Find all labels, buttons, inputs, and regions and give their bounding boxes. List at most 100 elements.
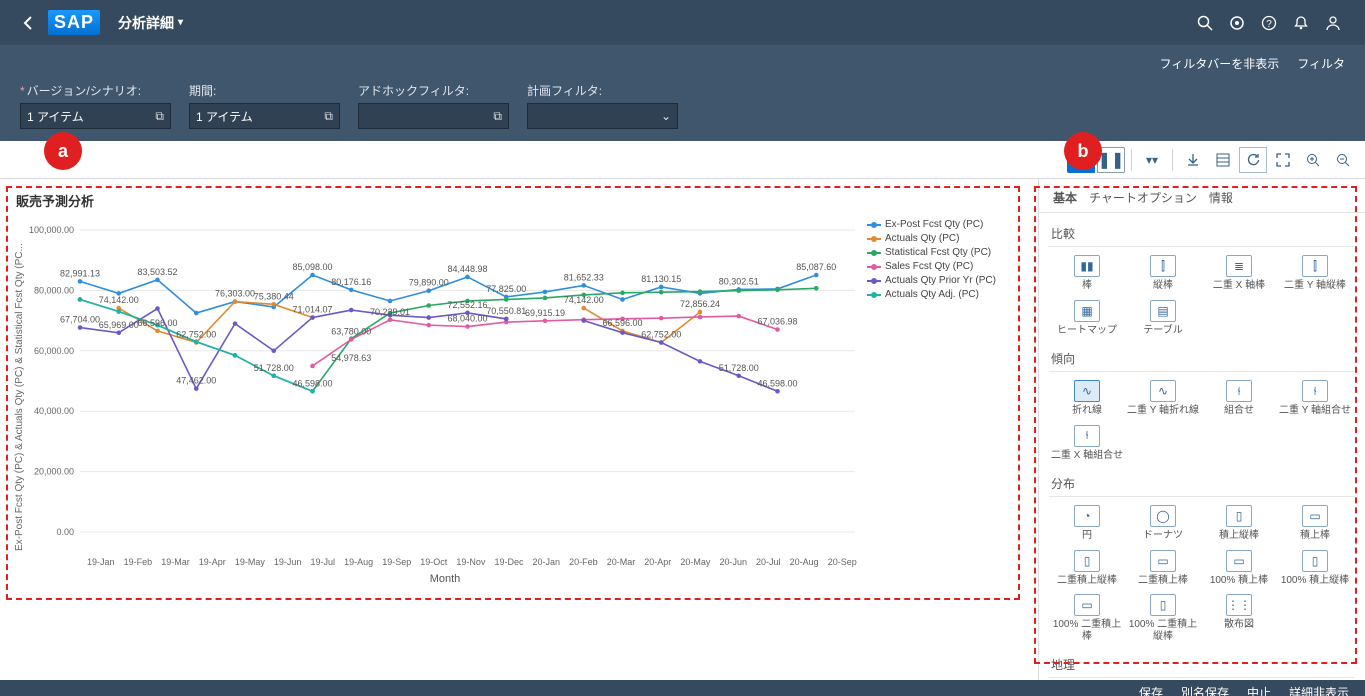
chart-type-tile[interactable]: ∿折れ線 (1049, 380, 1125, 417)
svg-text:72,856.24: 72,856.24 (680, 299, 720, 309)
x-tick: 19-Feb (124, 557, 153, 567)
filter-link[interactable]: フィルタ (1297, 55, 1345, 72)
side-tab[interactable]: 基本 (1053, 189, 1077, 206)
zoom-out-button[interactable] (1329, 147, 1357, 173)
chart-type-tile[interactable]: ▭二重積上棒 (1125, 550, 1201, 587)
chart-type-icon: ▮▮ (1074, 255, 1100, 277)
bell-icon[interactable] (1285, 7, 1317, 39)
page-title[interactable]: 分析詳細 ▾ (118, 13, 183, 33)
chart-type-label: 100% 二重積上棒 (1049, 619, 1125, 642)
filter-input-adhoc[interactable]: ⧉ (358, 103, 509, 129)
download-button[interactable] (1179, 147, 1207, 173)
chart-type-label: ドーナツ (1143, 530, 1183, 542)
chart-type-tile[interactable]: ▤テーブル (1125, 300, 1201, 337)
chart-type-tile[interactable]: ⋮⋮散布図 (1201, 594, 1277, 642)
svg-text:40,000.00: 40,000.00 (34, 406, 74, 416)
chart-type-tile[interactable]: ⫿ 縦棒 (1125, 255, 1201, 292)
chart-type-tile[interactable]: ▯100% 積上縦棒 (1277, 550, 1353, 587)
chart-type-tile[interactable]: ▮▮ 棒 (1049, 255, 1125, 292)
legend-label: Actuals Qty Adj. (PC) (885, 289, 979, 300)
hide-filterbar-link[interactable]: フィルタバーを非表示 (1159, 55, 1279, 72)
svg-text:85,087.60: 85,087.60 (796, 262, 836, 272)
chart-type-icon: ⫿ (1150, 255, 1176, 277)
chart-type-tile[interactable]: ∿二重 Y 軸折れ線 (1125, 380, 1201, 417)
side-tab[interactable]: 情報 (1209, 189, 1233, 206)
back-button[interactable] (16, 11, 40, 35)
svg-text:46,598.00: 46,598.00 (757, 378, 797, 388)
svg-text:62,752.00: 62,752.00 (641, 329, 681, 339)
side-tab[interactable]: チャートオプション (1089, 189, 1197, 206)
svg-text:83,503.52: 83,503.52 (137, 267, 177, 277)
chart-type-tile[interactable]: ◔円 (1049, 505, 1125, 542)
cancel-button[interactable]: 中止 (1247, 684, 1271, 696)
search-icon[interactable] (1189, 7, 1221, 39)
chart-type-label: 組合せ (1224, 405, 1254, 417)
legend-item[interactable]: Sales Fcst Qty (PC) (867, 261, 1030, 272)
chart-type-tile[interactable]: ⫮ 組合せ (1201, 380, 1277, 417)
chart-type-tile[interactable]: ⫮二重 Y 軸組合せ (1277, 380, 1353, 417)
filter-input-plan[interactable]: ⌄ (527, 103, 678, 129)
x-tick: 19-Mar (161, 557, 190, 567)
target-icon[interactable] (1221, 7, 1253, 39)
chart-type-tile[interactable]: ▭100% 二重積上棒 (1049, 594, 1125, 642)
chart-type-icon: ▭ (1226, 550, 1252, 572)
chart-type-icon: ⫮ (1226, 380, 1252, 402)
expand-down-button[interactable]: ▾▾ (1138, 147, 1166, 173)
legend-item[interactable]: Statistical Fcst Qty (PC) (867, 247, 1030, 258)
fullscreen-button[interactable] (1269, 147, 1297, 173)
value-help-icon: ⧉ (155, 109, 164, 124)
svg-text:67,704.00: 67,704.00 (60, 315, 100, 325)
x-tick: 19-Apr (199, 557, 226, 567)
table-view-button[interactable] (1209, 147, 1237, 173)
svg-text:69,915.19: 69,915.19 (525, 308, 565, 318)
chart-type-tile[interactable]: ▯二重積上縦棒 (1049, 550, 1125, 587)
callout-a: a (44, 132, 82, 170)
refresh-button[interactable] (1239, 147, 1267, 173)
svg-text:0.00: 0.00 (56, 527, 74, 537)
legend-item[interactable]: Ex-Post Fcst Qty (PC) (867, 219, 1030, 230)
chart-group: ∿折れ線∿二重 Y 軸折れ線 ⫮ 組合せ ⫮二重 Y 軸組合せ ⫮二重 X 軸組合せ (1049, 371, 1355, 467)
sap-logo: SAP (48, 10, 100, 35)
zoom-in-button[interactable] (1299, 147, 1327, 173)
hide-details-button[interactable]: 詳細非表示 (1289, 684, 1349, 696)
svg-text:81,652.33: 81,652.33 (564, 272, 604, 282)
filter-input-version[interactable]: 1 アイテム⧉ (20, 103, 171, 129)
chart-type-label: 縦棒 (1153, 280, 1173, 292)
chart-type-tile[interactable]: ▯積上縦棒 (1201, 505, 1277, 542)
chart-toolbar: ▶ ❚❚ ▾▾ (0, 141, 1365, 179)
svg-text:76,303.00: 76,303.00 (215, 289, 255, 299)
legend-item[interactable]: Actuals Qty Prior Yr (PC) (867, 275, 1030, 286)
legend-item[interactable]: Actuals Qty Adj. (PC) (867, 289, 1030, 300)
chart-type-tile[interactable]: ◯ドーナツ (1125, 505, 1201, 542)
chart-type-label: 積上縦棒 (1219, 530, 1259, 542)
chart-type-tile[interactable]: ▦ヒートマップ (1049, 300, 1125, 337)
save-as-button[interactable]: 別名保存 (1181, 684, 1229, 696)
x-tick: 19-Aug (344, 557, 373, 567)
x-tick: 19-May (235, 557, 265, 567)
chart-group-title: 地理 (1051, 656, 1355, 673)
chart-type-tile[interactable]: ⫮二重 X 軸組合せ (1049, 425, 1125, 462)
footer-bar: 保存 別名保存 中止 詳細非表示 (0, 680, 1365, 696)
chart-type-tile[interactable]: ▯100% 二重積上縦棒 (1125, 594, 1201, 642)
chart-type-tile[interactable]: ▭積上棒 (1277, 505, 1353, 542)
user-icon[interactable] (1317, 7, 1349, 39)
chart-type-icon: ⫿ (1302, 255, 1328, 277)
svg-text:81,130.15: 81,130.15 (641, 274, 681, 284)
help-icon[interactable]: ? (1253, 7, 1285, 39)
svg-text:47,462.00: 47,462.00 (176, 376, 216, 386)
svg-text:66,596.00: 66,596.00 (602, 318, 642, 328)
save-button[interactable]: 保存 (1139, 684, 1163, 696)
filter-input-period[interactable]: 1 アイテム⧉ (189, 103, 340, 129)
chart-type-label: 棒 (1082, 280, 1092, 292)
x-tick: 19-Jul (311, 557, 336, 567)
x-tick: 19-Dec (494, 557, 523, 567)
legend-item[interactable]: Actuals Qty (PC) (867, 233, 1030, 244)
chart-type-icon: ∿ (1074, 380, 1100, 402)
chart-type-tile[interactable]: ≣二重 X 軸棒 (1201, 255, 1277, 292)
chevron-down-icon: ⌄ (661, 109, 671, 123)
chart-type-tile[interactable]: ▭100% 積上棒 (1201, 550, 1277, 587)
x-tick: 20-Jun (719, 557, 747, 567)
svg-text:79,890.00: 79,890.00 (409, 278, 449, 288)
chart-type-tile[interactable]: ⫿二重 Y 軸縦棒 (1277, 255, 1353, 292)
svg-text:100,000.00: 100,000.00 (29, 225, 74, 235)
